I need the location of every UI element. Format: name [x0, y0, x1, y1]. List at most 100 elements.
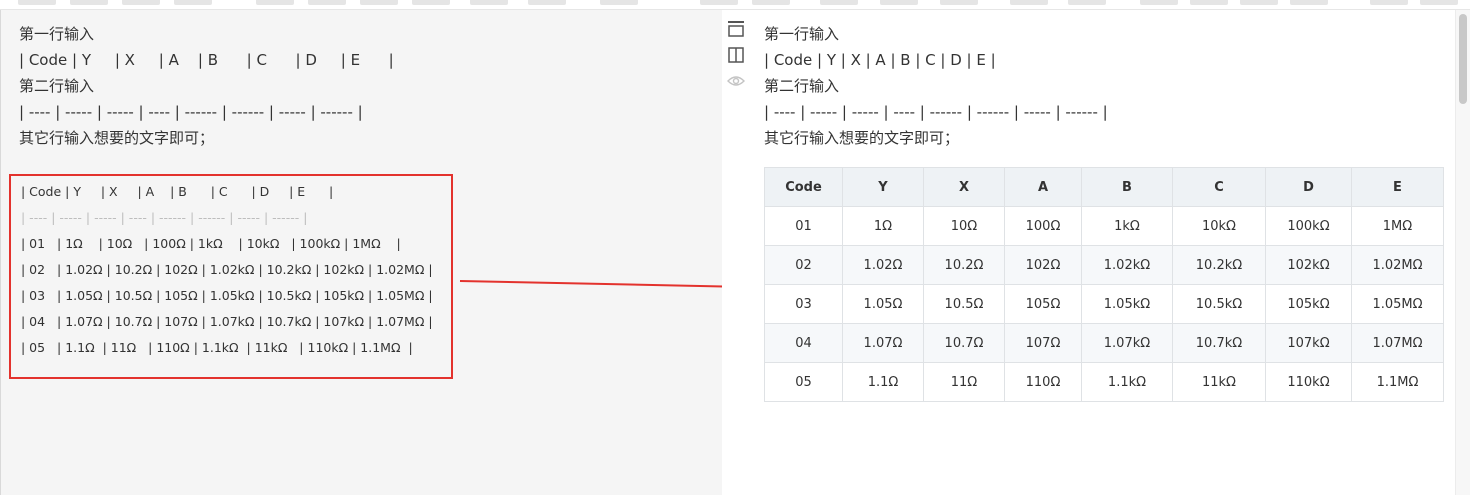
preview-scrollbar[interactable]	[1455, 10, 1470, 495]
table-cell: 02	[764, 245, 843, 285]
toolbar-button[interactable]	[700, 0, 738, 5]
toolbar-button[interactable]	[308, 0, 346, 5]
toolbar-button[interactable]	[70, 0, 108, 5]
table-cell: 1.05kΩ	[1081, 284, 1173, 324]
table-cell: 110kΩ	[1265, 362, 1352, 402]
toolbar-button[interactable]	[940, 0, 978, 5]
toolbar-button[interactable]	[600, 0, 638, 5]
table-cell: 10.5Ω	[923, 284, 1005, 324]
toolbar-button[interactable]	[1370, 0, 1408, 5]
toolbar-button[interactable]	[122, 0, 160, 5]
table-cell: 04	[764, 323, 843, 363]
table-cell: 11Ω	[923, 362, 1005, 402]
table-cell: 11kΩ	[1172, 362, 1266, 402]
table-cell: 1Ω	[842, 206, 924, 246]
table-header-cell: Code	[764, 167, 843, 207]
table-cell: 1.1Ω	[842, 362, 924, 402]
toolbar-button[interactable]	[174, 0, 212, 5]
table-cell: 10Ω	[923, 206, 1005, 246]
instruction-line: | Code | Y | X | A | B | C | D | E |	[19, 51, 394, 69]
scrollbar-thumb[interactable]	[1459, 14, 1467, 104]
table-cell: 100kΩ	[1265, 206, 1352, 246]
toolbar-button[interactable]	[1290, 0, 1328, 5]
preview-text-line: 第一行输入	[764, 25, 840, 43]
table-row: 02 1.02Ω 10.2Ω 102Ω 1.02kΩ 10.2kΩ 102kΩ …	[764, 245, 1444, 285]
markdown-editor[interactable]: 第一行输入 | Code | Y | X | A | B | C | D | E…	[0, 10, 723, 495]
table-cell: 105Ω	[1004, 284, 1082, 324]
instruction-line: 其它行输入想要的文字即可；	[19, 129, 215, 147]
preview-text-line: | ---- | ----- | ----- | ---- | ------ |…	[764, 103, 1108, 121]
table-source-row: | 03 | 1.05Ω | 10.5Ω | 105Ω | 1.05kΩ | 1…	[21, 288, 433, 303]
toolbar-button[interactable]	[412, 0, 450, 5]
preview-text-line: 其它行输入想要的文字即可；	[764, 129, 960, 147]
red-arrow-annotation	[459, 280, 758, 292]
table-source-separator: | ---- | ----- | ----- | ---- | ------ |…	[21, 210, 308, 225]
markdown-preview: 第一行输入 | Code | Y | X | A | B | C | D | E…	[722, 10, 1470, 495]
table-cell: 1MΩ	[1351, 206, 1444, 246]
table-header-row: Code Y X A B C D E	[764, 167, 1444, 207]
table-header-cell: X	[923, 167, 1005, 207]
table-cell: 105kΩ	[1265, 284, 1352, 324]
table-cell: 1.02Ω	[842, 245, 924, 285]
table-cell: 1.02MΩ	[1351, 245, 1444, 285]
table-cell: 102Ω	[1004, 245, 1082, 285]
table-cell: 1.07kΩ	[1081, 323, 1173, 363]
instruction-line: 第二行输入	[19, 77, 95, 95]
table-header-cell: A	[1004, 167, 1082, 207]
table-cell: 10kΩ	[1172, 206, 1266, 246]
toolbar-button[interactable]	[470, 0, 508, 5]
table-source-header: | Code | Y | X | A | B | C | D | E |	[21, 184, 334, 199]
table-cell: 100Ω	[1004, 206, 1082, 246]
toolbar-button[interactable]	[1240, 0, 1278, 5]
table-cell: 1.1MΩ	[1351, 362, 1444, 402]
table-cell: 107kΩ	[1265, 323, 1352, 363]
table-cell: 1kΩ	[1081, 206, 1173, 246]
split-view-icon[interactable]	[727, 46, 745, 64]
table-cell: 1.1kΩ	[1081, 362, 1173, 402]
table-cell: 10.7Ω	[923, 323, 1005, 363]
toolbar-button[interactable]	[360, 0, 398, 5]
table-cell: 1.02kΩ	[1081, 245, 1173, 285]
table-source-row: | 02 | 1.02Ω | 10.2Ω | 102Ω | 1.02kΩ | 1…	[21, 262, 433, 277]
toolbar-toggle-icon[interactable]	[727, 20, 745, 38]
table-cell: 10.2Ω	[923, 245, 1005, 285]
preview-text-line: | Code | Y | X | A | B | C | D | E |	[764, 51, 996, 69]
table-row: 04 1.07Ω 10.7Ω 107Ω 1.07kΩ 10.7kΩ 107kΩ …	[764, 323, 1444, 363]
rendered-table: Code Y X A B C D E 01 1Ω 10Ω 100Ω 1kΩ 10…	[764, 167, 1444, 402]
toolbar-button[interactable]	[528, 0, 566, 5]
table-header-cell: E	[1351, 167, 1444, 207]
toolbar-button[interactable]	[1190, 0, 1228, 5]
toolbar-button[interactable]	[752, 0, 790, 5]
table-cell: 1.05Ω	[842, 284, 924, 324]
table-cell: 01	[764, 206, 843, 246]
toolbar-button[interactable]	[880, 0, 918, 5]
table-cell: 10.7kΩ	[1172, 323, 1266, 363]
table-source-row: | 05 | 1.1Ω | 11Ω | 110Ω | 1.1kΩ | 11kΩ …	[21, 340, 413, 355]
table-header-cell: C	[1172, 167, 1266, 207]
table-cell: 110Ω	[1004, 362, 1082, 402]
table-cell: 107Ω	[1004, 323, 1082, 363]
highlighted-table-source: | Code | Y | X | A | B | C | D | E | | -…	[9, 174, 453, 379]
table-cell: 03	[764, 284, 843, 324]
preview-eye-icon[interactable]	[727, 72, 745, 90]
toolbar-button[interactable]	[1068, 0, 1106, 5]
table-row: 01 1Ω 10Ω 100Ω 1kΩ 10kΩ 100kΩ 1MΩ	[764, 206, 1444, 246]
table-cell: 1.07MΩ	[1351, 323, 1444, 363]
editor-toolbar	[0, 0, 1470, 10]
table-header-cell: B	[1081, 167, 1173, 207]
toolbar-button[interactable]	[18, 0, 56, 5]
table-cell: 1.07Ω	[842, 323, 924, 363]
table-header-cell: D	[1265, 167, 1352, 207]
toolbar-button[interactable]	[1420, 0, 1458, 5]
table-cell: 102kΩ	[1265, 245, 1352, 285]
toolbar-button[interactable]	[1010, 0, 1048, 5]
toolbar-button[interactable]	[1140, 0, 1178, 5]
toolbar-button[interactable]	[256, 0, 294, 5]
table-source-row: | 01 | 1Ω | 10Ω | 100Ω | 1kΩ | 10kΩ | 10…	[21, 236, 401, 251]
table-cell: 05	[764, 362, 843, 402]
table-row: 05 1.1Ω 11Ω 110Ω 1.1kΩ 11kΩ 110kΩ 1.1MΩ	[764, 362, 1444, 402]
toolbar-button[interactable]	[820, 0, 858, 5]
table-row: 03 1.05Ω 10.5Ω 105Ω 1.05kΩ 10.5kΩ 105kΩ …	[764, 284, 1444, 324]
table-cell: 10.2kΩ	[1172, 245, 1266, 285]
table-cell: 1.05MΩ	[1351, 284, 1444, 324]
